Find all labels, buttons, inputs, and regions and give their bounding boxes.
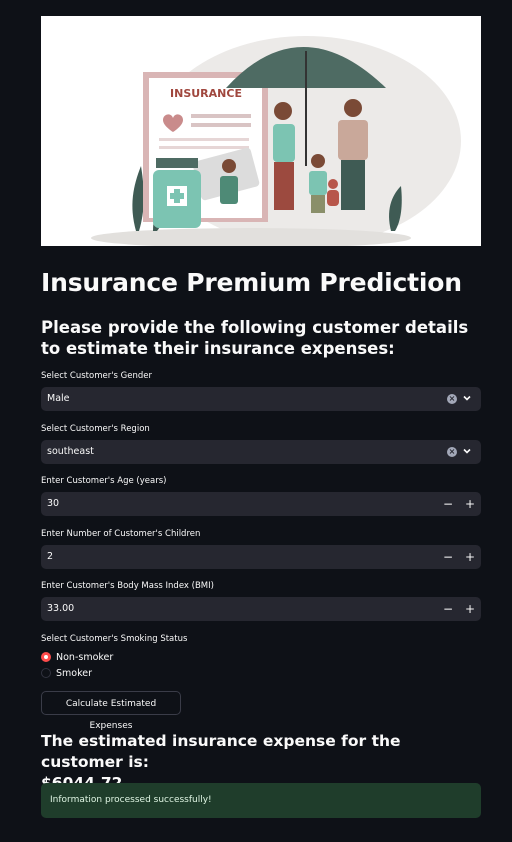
decrement-button[interactable]: − (437, 545, 459, 569)
children-label: Enter Number of Customer's Children (41, 529, 201, 539)
gender-label: Select Customer's Gender (41, 371, 153, 381)
smoking-label: Select Customer's Smoking Status (41, 634, 188, 644)
region-value: southeast (47, 446, 94, 457)
age-label: Enter Customer's Age (years) (41, 476, 167, 486)
gender-select[interactable]: Male × (41, 387, 481, 411)
gender-value: Male (47, 393, 70, 404)
region-label: Select Customer's Region (41, 424, 150, 434)
children-input[interactable]: 2 − + (41, 545, 481, 569)
page-title: Insurance Premium Prediction (41, 268, 462, 297)
calculate-button[interactable]: Calculate Estimated Expenses (41, 691, 181, 731)
success-alert: Information processed successfully! (41, 783, 481, 818)
page-subtitle: Please provide the following customer de… (41, 318, 469, 358)
increment-button[interactable]: + (459, 545, 481, 569)
bmi-label: Enter Customer's Body Mass Index (BMI) (41, 581, 214, 591)
children-value: 2 (47, 551, 54, 562)
radio-unselected-icon[interactable] (41, 668, 51, 678)
radio-smoker[interactable]: Smoker (41, 666, 92, 680)
result-text: The estimated insurance expense for the … (41, 732, 401, 771)
clear-icon[interactable]: × (447, 394, 457, 404)
bmi-value: 33.00 (47, 603, 75, 614)
bmi-input[interactable]: 33.00 − + (41, 597, 481, 621)
poster-title: INSURANCE (170, 87, 242, 100)
increment-button[interactable]: + (459, 492, 481, 516)
increment-button[interactable]: + (459, 597, 481, 621)
radio-label: Non-smoker (56, 651, 114, 663)
radio-label: Smoker (56, 667, 93, 679)
age-input[interactable]: 30 − + (41, 492, 481, 516)
radio-selected-icon[interactable] (41, 652, 51, 662)
chevron-down-icon[interactable] (461, 445, 473, 457)
age-value: 30 (47, 498, 60, 509)
decrement-button[interactable]: − (437, 597, 459, 621)
radio-non-smoker[interactable]: Non-smoker (41, 650, 113, 664)
clear-icon[interactable]: × (447, 447, 457, 457)
decrement-button[interactable]: − (437, 492, 459, 516)
chevron-down-icon[interactable] (461, 392, 473, 404)
region-select[interactable]: southeast × (41, 440, 481, 464)
hero-illustration: INSURANCE (41, 16, 481, 246)
